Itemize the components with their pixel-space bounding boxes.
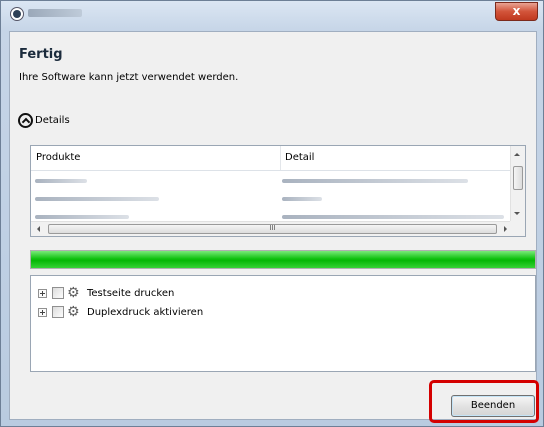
obscured-cell [35,215,129,219]
window-title-obscured [28,9,82,17]
expand-icon[interactable] [38,307,47,317]
obscured-cell [282,197,322,201]
product-table: Produkte Detail III [30,145,526,237]
options-tree: ⚙ Testseite drucken ⚙ Duplexdruck aktivi… [30,275,536,372]
table-row[interactable] [31,190,512,208]
scrollbar-corner [510,221,525,236]
gear-icon: ⚙ [67,304,80,320]
expand-icon[interactable] [38,288,47,298]
finish-button[interactable]: Beenden [451,395,535,417]
duplex-checkbox[interactable] [52,306,64,318]
page-title: Fertig [19,47,63,62]
progress-fill [31,251,535,268]
column-header-products[interactable]: Produkte [36,152,80,163]
close-button[interactable]: x [495,2,538,21]
obscured-cell [35,179,87,183]
horizontal-scrollbar[interactable]: III [31,221,512,236]
details-label: Details [35,114,70,126]
tree-item-duplex[interactable]: ⚙ Duplexdruck aktivieren [38,303,203,321]
tree-item-label: Duplexdruck aktivieren [87,306,204,318]
page-subtitle: Ihre Software kann jetzt verwendet werde… [19,72,239,83]
table-header: Produkte Detail [31,146,512,171]
app-icon [10,7,24,21]
details-toggle[interactable]: Details [18,110,70,130]
tree-item-label: Testseite drucken [87,287,175,299]
obscured-cell [35,197,159,201]
gear-icon: ⚙ [67,285,80,301]
scroll-left-arrow-icon[interactable] [37,226,40,232]
horizontal-scroll-thumb[interactable]: III [48,224,497,234]
scroll-up-arrow-icon[interactable] [514,153,520,156]
collapse-chevron-icon [18,112,33,128]
scroll-right-arrow-icon[interactable] [504,226,507,232]
scroll-down-arrow-icon[interactable] [514,212,520,215]
test-page-checkbox[interactable] [52,287,64,299]
vertical-scrollbar[interactable] [510,146,525,222]
obscured-cell [282,179,468,183]
tree-item-test-page[interactable]: ⚙ Testseite drucken [38,284,174,302]
vertical-scroll-thumb[interactable] [513,166,523,190]
obscured-cell [282,215,504,219]
title-bar: x [1,1,543,27]
table-row[interactable] [31,172,512,190]
column-divider[interactable] [280,146,281,170]
column-header-detail[interactable]: Detail [285,152,314,163]
progress-bar [30,250,536,269]
